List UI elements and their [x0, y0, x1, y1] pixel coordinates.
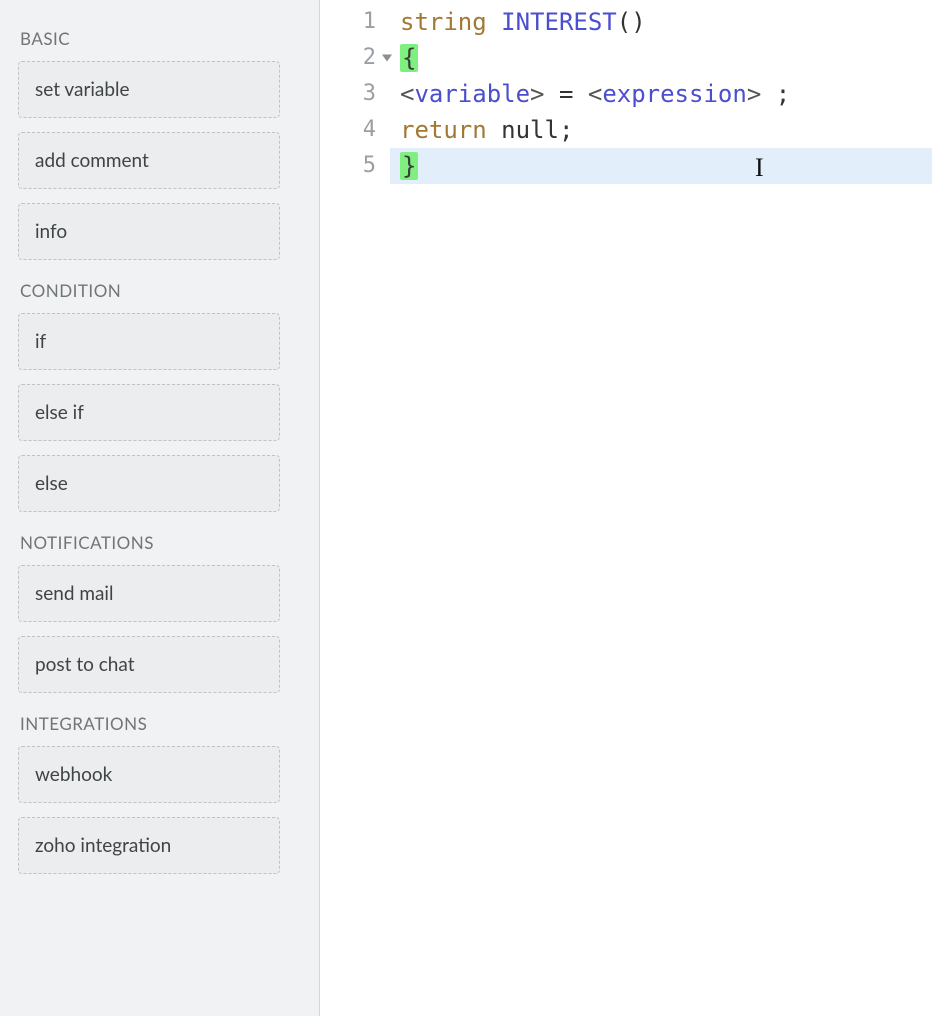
- code-line[interactable]: <variable> = <expression> ;: [390, 76, 932, 112]
- code-token: ;: [559, 116, 573, 144]
- section-header: BASIC: [20, 28, 301, 49]
- code-token: =: [545, 80, 588, 108]
- code-content[interactable]: string INTEREST(){<variable> = <expressi…: [390, 0, 932, 1016]
- code-token: null: [501, 116, 559, 144]
- code-token: }: [400, 152, 418, 180]
- code-token: expression: [602, 80, 747, 108]
- section-header: NOTIFICATIONS: [20, 532, 301, 553]
- code-line[interactable]: return null;: [390, 112, 932, 148]
- code-token: variable: [414, 80, 530, 108]
- line-number-gutter: 12345: [320, 0, 390, 1016]
- line-number: 1: [320, 4, 390, 40]
- code-token: INTEREST: [501, 8, 617, 36]
- code-token: >: [530, 80, 544, 108]
- section-header: CONDITION: [20, 280, 301, 301]
- sidebar-item-zoho-integration[interactable]: zoho integration: [18, 817, 280, 874]
- sidebar-item-send-mail[interactable]: send mail: [18, 565, 280, 622]
- sidebar-item-info[interactable]: info: [18, 203, 280, 260]
- sidebar-item-set-variable[interactable]: set variable: [18, 61, 280, 118]
- line-number: 4: [320, 112, 390, 148]
- sidebar-item-else-if[interactable]: else if: [18, 384, 280, 441]
- sidebar-item-add-comment[interactable]: add comment: [18, 132, 280, 189]
- code-token: >: [747, 80, 761, 108]
- code-line[interactable]: }: [390, 148, 932, 184]
- code-token: return: [400, 116, 487, 144]
- code-token: [487, 116, 501, 144]
- line-number: 3: [320, 76, 390, 112]
- code-token: string: [400, 8, 487, 36]
- code-editor[interactable]: 12345 string INTEREST(){<variable> = <ex…: [320, 0, 932, 1016]
- code-line[interactable]: {: [390, 40, 932, 76]
- line-number: 2: [320, 40, 390, 76]
- code-token: [487, 8, 501, 36]
- code-token: ;: [761, 80, 790, 108]
- sidebar-item-webhook[interactable]: webhook: [18, 746, 280, 803]
- sidebar-item-else[interactable]: else: [18, 455, 280, 512]
- line-number: 5: [320, 148, 390, 184]
- code-token: <: [400, 80, 414, 108]
- sidebar: BASIC set variable add comment info CONDITIO…: [0, 0, 320, 1016]
- sidebar-item-if[interactable]: if: [18, 313, 280, 370]
- code-token: <: [588, 80, 602, 108]
- code-token: (): [617, 8, 646, 36]
- section-header: INTEGRATIONS: [20, 713, 301, 734]
- sidebar-item-post-to-chat[interactable]: post to chat: [18, 636, 280, 693]
- code-token: {: [400, 44, 418, 72]
- code-line[interactable]: string INTEREST(): [390, 4, 932, 40]
